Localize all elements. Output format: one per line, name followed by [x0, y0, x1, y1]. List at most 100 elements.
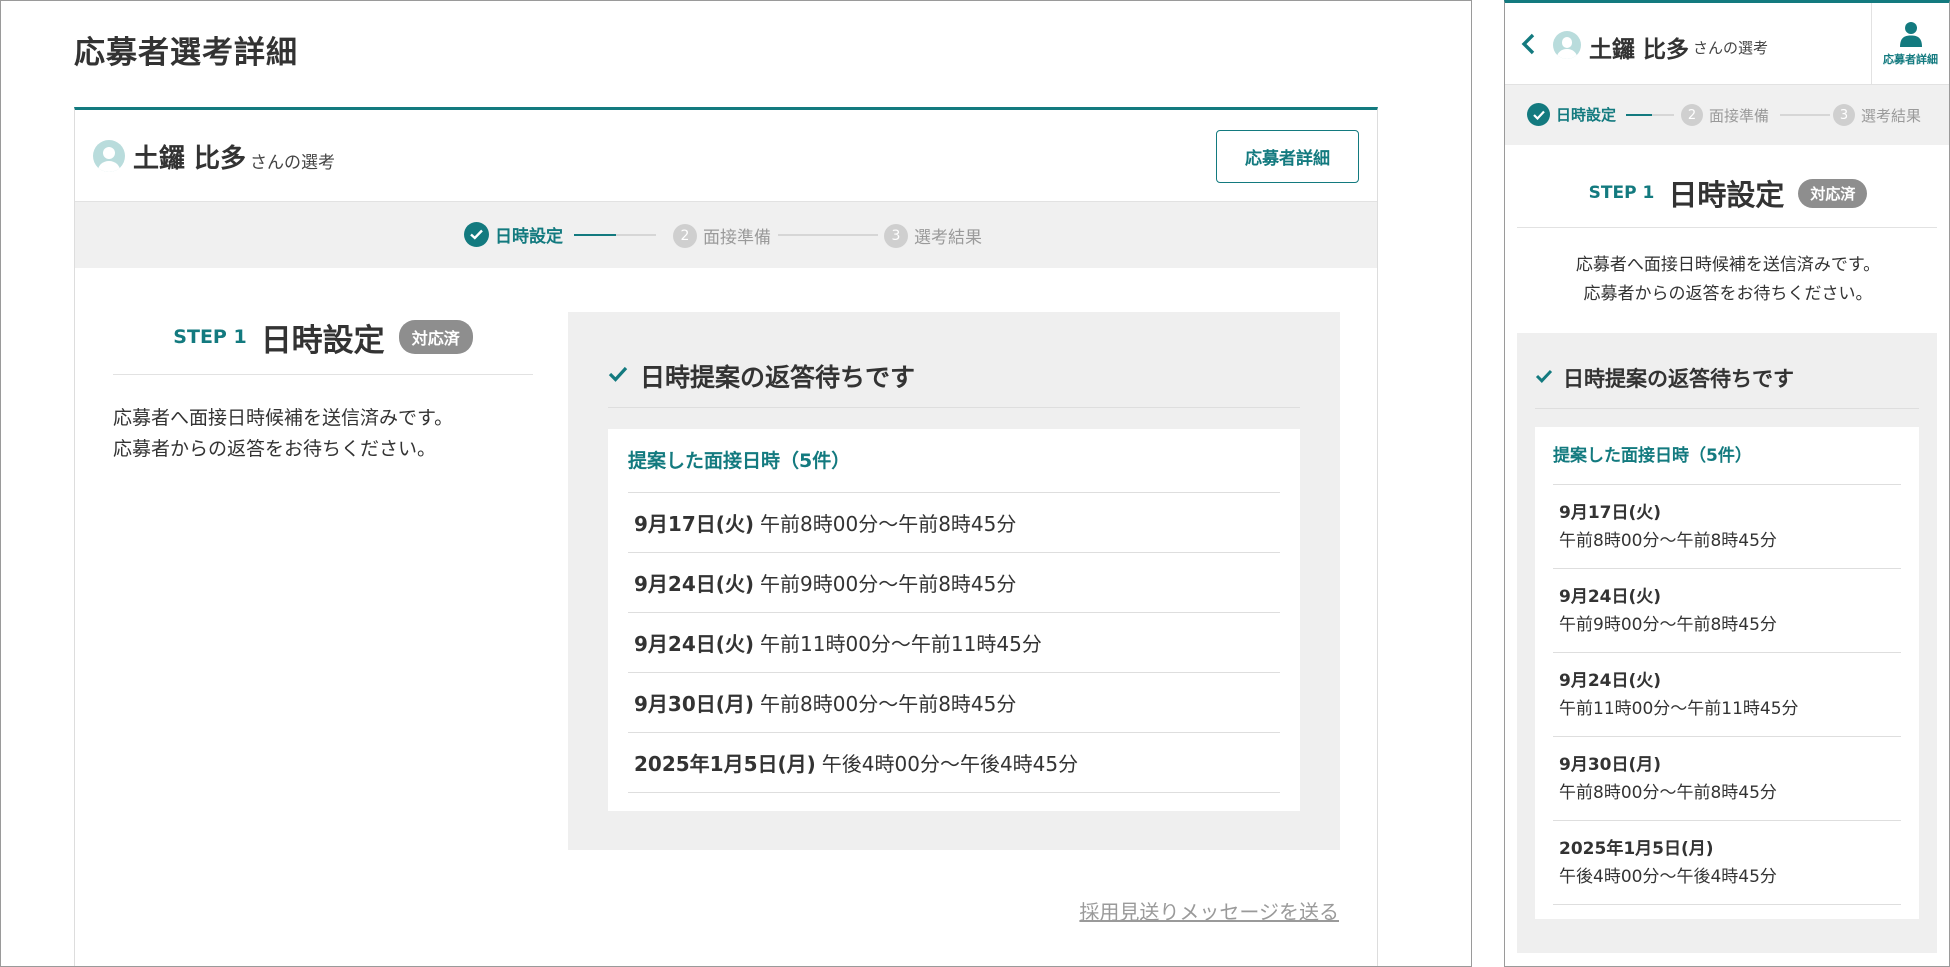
- slot-time: 午前11時00分〜午前11時45分: [760, 632, 1042, 656]
- check-circle-icon: [464, 222, 489, 247]
- detail-label: 応募者詳細: [1883, 53, 1938, 66]
- check-icon: [1535, 368, 1553, 387]
- step-label: 選考結果: [914, 228, 982, 248]
- step-number-label: STEP 1: [1588, 183, 1655, 203]
- candidate-name: 土鑼 比多: [1589, 37, 1690, 63]
- slot-time: 午前9時00分〜午前8時45分: [760, 572, 1017, 596]
- step-connector: [1652, 114, 1674, 116]
- step-number: 3: [1833, 104, 1855, 126]
- divider: [113, 374, 533, 375]
- slot-row: 9月24日(火) 午前9時00分〜午前8時45分: [628, 553, 1280, 613]
- candidate-suffix: さんの選考: [1693, 39, 1769, 57]
- step-number: 2: [1681, 104, 1703, 126]
- slot-row: 9月24日(火) 午前9時00分〜午前8時45分: [1553, 569, 1901, 653]
- check-icon: [608, 366, 628, 386]
- step-connector: [778, 234, 878, 236]
- candidate-name: 土鑼 比多: [133, 144, 247, 174]
- step-description: 応募者へ面接日時候補を送信済みです。 応募者からの返答をお待ちください。: [113, 403, 533, 465]
- step-date-setting: 日時設定: [1527, 103, 1616, 126]
- avatar-icon: [93, 140, 125, 172]
- waiting-title: 日時提案の返答待ちです: [1563, 366, 1794, 391]
- candidate-suffix: さんの選考: [250, 153, 335, 173]
- step-result: 3 選考結果: [1833, 104, 1921, 126]
- proposed-slots: 提案した面接日時（5件） 9月17日(火) 午前8時00分〜午前8時45分 9月2…: [608, 429, 1300, 811]
- progress-stepper: 日時設定 2 面接準備 3 選考結果: [1505, 85, 1949, 145]
- step-number: 2: [673, 223, 697, 248]
- description-line: 応募者からの返答をお待ちください。: [113, 438, 437, 460]
- page-title: 応募者選考詳細: [74, 35, 298, 71]
- slot-row: 2025年1月5日(月) 午後4時00分〜午後4時45分: [628, 733, 1280, 793]
- progress-stepper: 日時設定 2 面接準備 3 選考結果: [75, 202, 1377, 268]
- slot-time: 午前8時00分〜午前8時45分: [760, 512, 1017, 536]
- step-label: 面接準備: [1709, 106, 1770, 125]
- step-connector: [1626, 114, 1652, 116]
- candidate-header: 土鑼 比多 さんの選考 応募者詳細: [75, 110, 1377, 202]
- slot-time: 午後4時00分〜午後4時45分: [1559, 867, 1777, 887]
- waiting-panel: 日時提案の返答待ちです 提案した面接日時（5件） 9月17日(火) 午前8時00分…: [1517, 333, 1937, 953]
- description-line: 応募者からの返答をお待ちください。: [1583, 284, 1873, 304]
- step-connector: [1780, 114, 1830, 116]
- step-connector: [616, 234, 656, 236]
- waiting-title: 日時提案の返答待ちです: [640, 362, 916, 392]
- step-heading: STEP 1 日時設定 対応済: [113, 310, 533, 364]
- step-label: 日時設定: [495, 227, 563, 247]
- slot-time: 午前11時00分〜午前11時45分: [1559, 699, 1799, 719]
- step-label: 日時設定: [1556, 106, 1617, 124]
- divider: [1517, 227, 1937, 228]
- step-date-setting: 日時設定: [464, 222, 563, 247]
- avatar-icon: [1553, 31, 1581, 59]
- slot-row: 2025年1月5日(月) 午後4時00分〜午後4時45分: [1553, 821, 1901, 905]
- slot-time: 午前8時00分〜午前8時45分: [1559, 783, 1777, 803]
- mobile-view: 土鑼 比多 さんの選考 応募者詳細 日時設定 2 面接準備 3 選考結果 STE…: [1504, 0, 1950, 967]
- send-rejection-link[interactable]: 採用見送りメッセージを送る: [1079, 896, 1339, 925]
- slot-time: 午前8時00分〜午前8時45分: [1559, 531, 1777, 551]
- step-number: 3: [884, 223, 908, 248]
- check-circle-icon: [1527, 103, 1550, 126]
- step-interview-prep: 2 面接準備: [1681, 104, 1769, 126]
- step-summary: STEP 1 日時設定 対応済 応募者へ面接日時候補を送信済みです。 応募者から…: [113, 310, 533, 465]
- step-label: 面接準備: [703, 228, 771, 248]
- waiting-header: 日時提案の返答待ちです: [608, 344, 1300, 408]
- step-number-label: STEP 1: [173, 326, 247, 348]
- step-result: 3 選考結果: [884, 223, 982, 248]
- waiting-header: 日時提案の返答待ちです: [1535, 347, 1919, 409]
- step-connector: [574, 234, 616, 236]
- step-label: 選考結果: [1861, 106, 1922, 125]
- step-title: 日時設定: [260, 322, 385, 359]
- chevron-left-icon[interactable]: [1521, 33, 1535, 59]
- slot-date: 9月17日(火): [634, 512, 755, 536]
- proposed-slots: 提案した面接日時（5件） 9月17日(火) 午前8時00分〜午前8時45分 9月2…: [1535, 427, 1919, 919]
- slot-date: 9月24日(火): [634, 632, 755, 656]
- slot-date: 9月30日(月): [634, 692, 755, 716]
- slot-row: 9月24日(火) 午前11時00分〜午前11時45分: [628, 613, 1280, 673]
- step-heading: STEP 1 日時設定 対応済: [1505, 165, 1949, 221]
- slot-time: 午後4時00分〜午後4時45分: [821, 752, 1079, 776]
- slot-date: 9月24日(火): [634, 572, 755, 596]
- slot-row: 9月30日(月) 午前8時00分〜午前8時45分: [1553, 737, 1901, 821]
- step-description: 応募者へ面接日時候補を送信済みです。 応募者からの返答をお待ちください。: [1505, 251, 1949, 309]
- slot-row: 9月17日(火) 午前8時00分〜午前8時45分: [628, 493, 1280, 553]
- description-line: 応募者へ面接日時候補を送信済みです。: [113, 407, 454, 429]
- slot-date: 2025年1月5日(月): [634, 752, 816, 776]
- slot-row: 9月30日(月) 午前8時00分〜午前8時45分: [628, 673, 1280, 733]
- slot-date: 9月24日(火): [1559, 671, 1662, 691]
- slot-date: 9月24日(火): [1559, 587, 1662, 607]
- slot-time: 午前9時00分〜午前8時45分: [1559, 615, 1777, 635]
- slot-date: 2025年1月5日(月): [1559, 839, 1714, 859]
- step-title: 日時設定: [1668, 178, 1785, 212]
- description-line: 応募者へ面接日時候補を送信済みです。: [1575, 255, 1881, 275]
- slot-row: 9月24日(火) 午前11時00分〜午前11時45分: [1553, 653, 1901, 737]
- mobile-header: 土鑼 比多 さんの選考 応募者詳細: [1505, 3, 1949, 85]
- person-icon: [1899, 22, 1922, 47]
- applicant-detail-button[interactable]: 応募者詳細: [1216, 130, 1359, 183]
- selection-card: 土鑼 比多 さんの選考 応募者詳細 日時設定 2 面接準備 3 選考結果 STE…: [74, 107, 1378, 966]
- slot-time: 午前8時00分〜午前8時45分: [760, 692, 1017, 716]
- status-badge: 対応済: [1798, 178, 1868, 208]
- waiting-panel: 日時提案の返答待ちです 提案した面接日時（5件） 9月17日(火) 午前8時00分…: [568, 312, 1340, 850]
- step-interview-prep: 2 面接準備: [673, 223, 771, 248]
- slot-row: 9月17日(火) 午前8時00分〜午前8時45分: [1553, 485, 1901, 569]
- slots-title: 提案した面接日時（5件）: [1553, 427, 1901, 485]
- slot-date: 9月17日(火): [1559, 503, 1662, 523]
- desktop-view: 応募者選考詳細 土鑼 比多 さんの選考 応募者詳細 日時設定 2 面接準備 3 …: [0, 0, 1472, 967]
- applicant-detail-button[interactable]: 応募者詳細: [1871, 3, 1949, 85]
